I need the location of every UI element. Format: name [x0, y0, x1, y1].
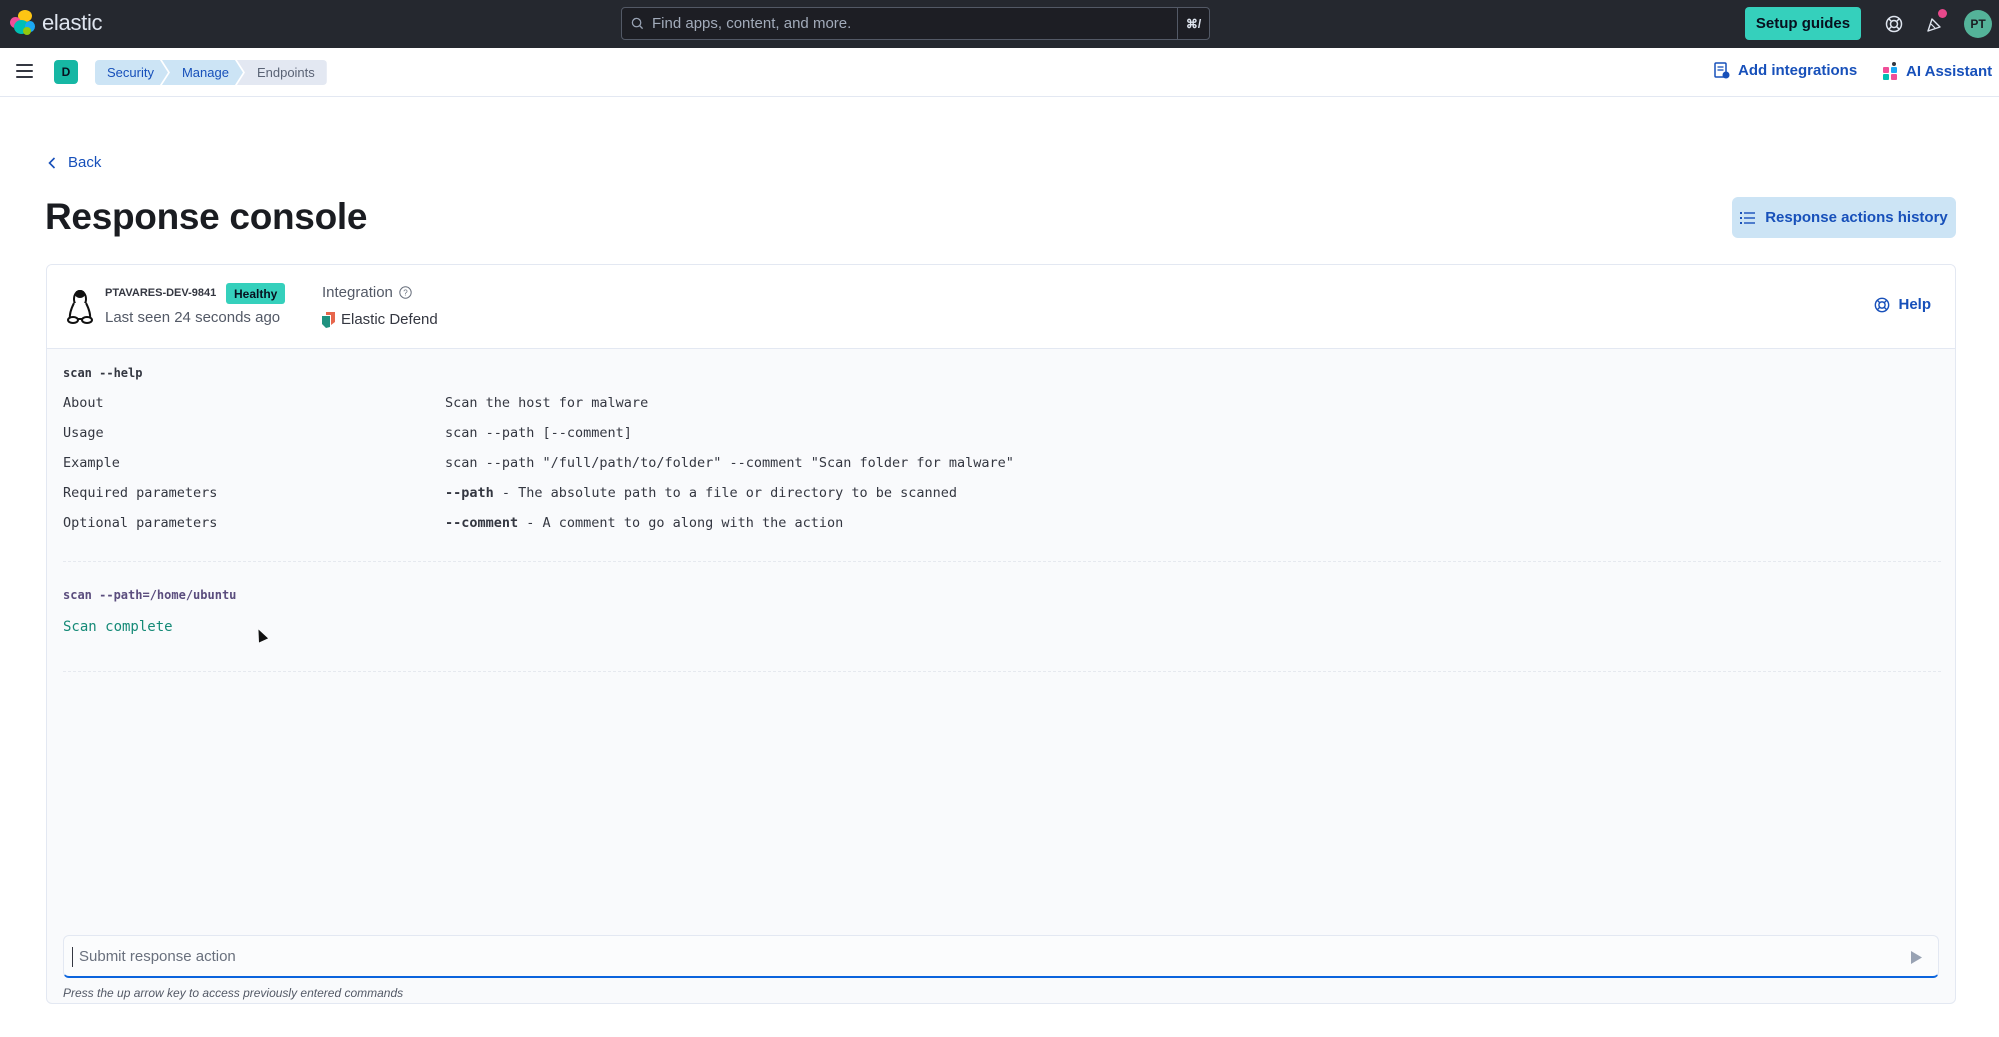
history-button-label: Response actions history	[1765, 209, 1948, 226]
scan-command: scan --path=/home/ubuntu	[63, 588, 237, 602]
elastic-logo[interactable]: elastic	[10, 10, 103, 36]
help-row-value: scan --path "/full/path/to/folder" --com…	[445, 455, 1014, 471]
endpoint-hostname: PTAVARES-DEV-9841	[105, 287, 217, 299]
breadcrumb-manage[interactable]: Manage	[162, 60, 243, 85]
search-shortcut: ⌘/	[1177, 8, 1209, 39]
endpoint-header: PTAVARES-DEV-9841 Healthy Last seen 24 s…	[47, 265, 1955, 349]
back-link[interactable]: Back	[48, 154, 101, 171]
list-icon	[1740, 211, 1756, 224]
integration-value: Elastic Defend	[322, 311, 438, 328]
svg-text:?: ?	[403, 289, 408, 298]
help-row-key: Required parameters	[63, 485, 218, 501]
input-hint: Press the up arrow key to access previou…	[63, 986, 404, 1000]
help-row-value: scan --path [--comment]	[445, 425, 632, 441]
integrations-icon	[1714, 62, 1730, 79]
ai-assistant-label: AI Assistant	[1906, 62, 1993, 80]
response-console-panel: PTAVARES-DEV-9841 Healthy Last seen 24 s…	[46, 264, 1956, 1004]
breadcrumb-security[interactable]: Security	[95, 60, 168, 85]
help-label: Help	[1898, 296, 1931, 313]
add-integrations-link[interactable]: Add integrations	[1714, 62, 1857, 79]
help-command: scan --help	[63, 366, 143, 380]
question-circle-icon[interactable]: ?	[399, 286, 412, 299]
help-row-optional: Optional parameters --comment - A commen…	[63, 515, 1941, 537]
help-row-key: Optional parameters	[63, 515, 218, 531]
space-avatar[interactable]: D	[54, 60, 78, 84]
help-row-value: --path - The absolute path to a file or …	[445, 485, 957, 501]
breadcrumb-endpoints: Endpoints	[236, 60, 327, 85]
linux-icon	[67, 290, 93, 324]
help-button[interactable]: Help	[1874, 296, 1931, 313]
back-label: Back	[68, 154, 102, 171]
lifebuoy-icon	[1885, 15, 1903, 33]
last-seen-text: Last seen 24 seconds ago	[105, 309, 281, 326]
param-name: --comment	[445, 515, 519, 531]
entry-divider	[63, 561, 1941, 562]
param-description: - The absolute path to a file or directo…	[493, 485, 958, 501]
elastic-logo-icon	[10, 10, 36, 36]
status-badge: Healthy	[226, 283, 286, 304]
help-row-value: --comment - A comment to go along with t…	[445, 515, 843, 531]
search-icon	[622, 17, 652, 30]
global-search[interactable]: Find apps, content, and more. ⌘/	[621, 7, 1210, 40]
play-icon	[1910, 950, 1922, 964]
breadcrumb: Security Manage Endpoints	[95, 60, 327, 85]
param-description: - A comment to go along with the action	[518, 515, 844, 531]
help-menu-button[interactable]	[1882, 12, 1906, 36]
help-row-key: Example	[63, 455, 120, 471]
help-row-value: Scan the host for malware	[445, 395, 649, 411]
entry-divider	[63, 671, 1941, 672]
help-row-required: Required parameters --path - The absolut…	[63, 485, 1941, 507]
help-row-about: About Scan the host for malware	[63, 395, 1941, 417]
scan-result: Scan complete	[63, 619, 173, 635]
menu-toggle-icon[interactable]	[16, 64, 33, 78]
submit-button[interactable]	[1908, 948, 1924, 966]
ai-assistant-button[interactable]: AI Assistant	[1883, 62, 1992, 80]
ai-assistant-icon	[1883, 62, 1897, 80]
breadcrumb-bar: D Security Manage Endpoints Add integrat…	[0, 48, 1999, 97]
search-input[interactable]: Find apps, content, and more.	[652, 15, 1177, 32]
integration-label: Integration ?	[322, 284, 412, 301]
help-row-key: Usage	[63, 425, 104, 441]
command-input[interactable]: Submit response action	[63, 935, 1939, 978]
integration-name: Elastic Defend	[341, 311, 438, 328]
add-integrations-label: Add integrations	[1738, 62, 1858, 79]
top-header: elastic Find apps, content, and more. ⌘/…	[0, 0, 1999, 48]
setup-guides-button[interactable]: Setup guides	[1745, 7, 1861, 40]
page-title: Response console	[45, 196, 368, 237]
help-row-usage: Usage scan --path [--comment]	[63, 425, 1941, 447]
lifebuoy-icon	[1875, 297, 1890, 312]
response-actions-history-button[interactable]: Response actions history	[1732, 197, 1956, 238]
notification-dot	[1938, 9, 1947, 18]
elastic-defend-icon	[322, 311, 335, 328]
logo-text: elastic	[42, 10, 103, 35]
param-name: --path	[445, 485, 494, 501]
text-caret	[72, 947, 73, 967]
user-avatar[interactable]: PT	[1964, 10, 1992, 38]
help-row-key: About	[63, 395, 104, 411]
help-row-example: Example scan --path "/full/path/to/folde…	[63, 455, 1941, 477]
chevron-left-icon	[48, 156, 56, 169]
integration-label-text: Integration	[322, 284, 393, 301]
command-input-placeholder: Submit response action	[79, 948, 236, 965]
